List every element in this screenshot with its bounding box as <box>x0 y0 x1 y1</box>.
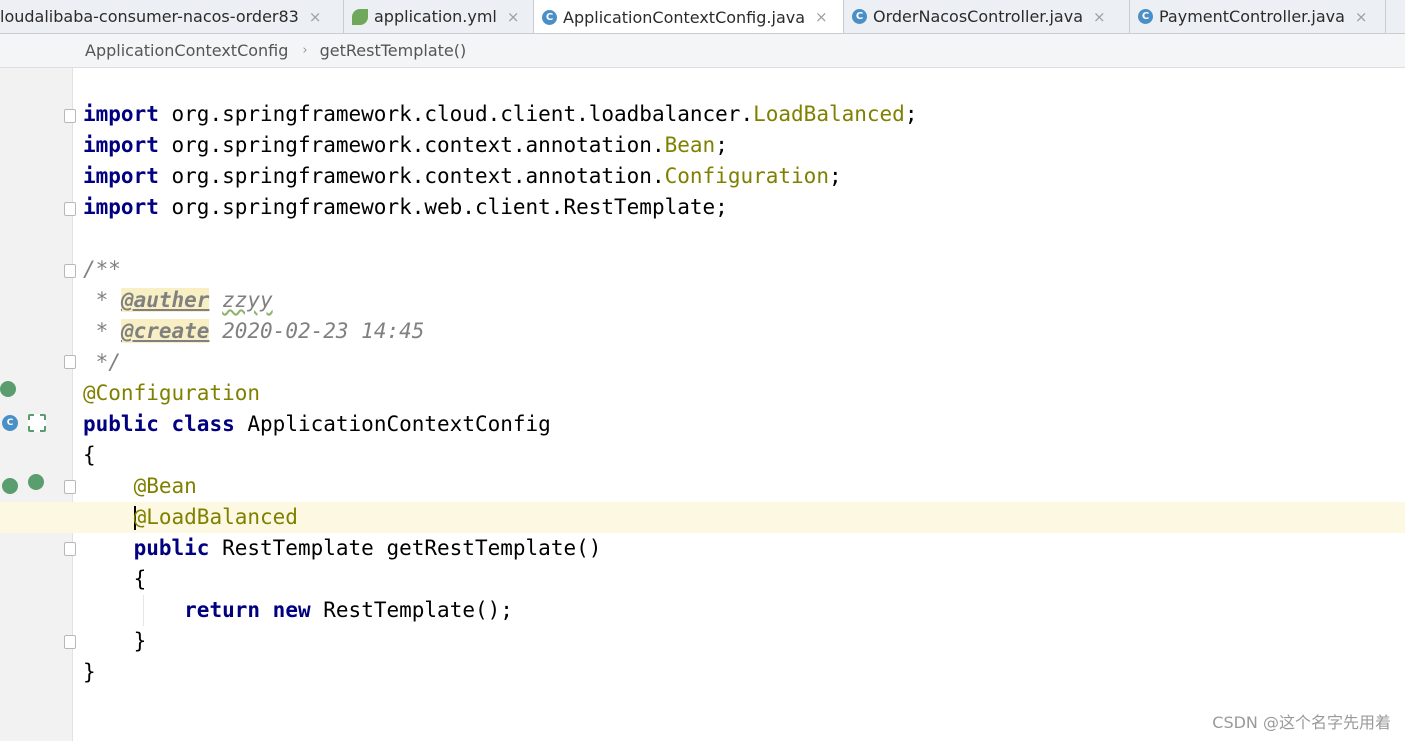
javadoc-tag: @create <box>120 319 210 343</box>
code-line: public RestTemplate getRestTemplate() <box>0 533 1405 564</box>
semicolon: ; <box>828 164 842 188</box>
javadoc-star: * <box>83 288 121 312</box>
javadoc-close: */ <box>83 350 121 374</box>
code-line: public class ApplicationContextConfig <box>0 409 1405 440</box>
code-line: * @auther zzyy <box>0 285 1405 316</box>
package-path: org.springframework.web.client. <box>171 195 564 219</box>
keyword: class <box>171 412 235 436</box>
semicolon: ; <box>715 195 728 219</box>
annotation-at: @ <box>133 505 147 529</box>
watermark: CSDN @这个名字先用着 <box>1212 713 1391 732</box>
code-line: @Bean <box>0 471 1405 502</box>
tab-application-yml[interactable]: application.yml × <box>344 0 534 33</box>
close-icon[interactable]: × <box>507 8 520 26</box>
tab-label: ApplicationContextConfig.java <box>563 7 806 27</box>
annotation: @Configuration <box>83 381 261 405</box>
chevron-right-icon: › <box>302 43 308 58</box>
keyword: new <box>272 598 311 622</box>
code-line: import org.springframework.web.client.Re… <box>0 192 1405 223</box>
editor-tab-bar: loudalibaba-consumer-nacos-order83 × app… <box>0 0 1405 34</box>
tab-order-nacos-controller[interactable]: C OrderNacosController.java × <box>844 0 1130 33</box>
code-line: /** <box>0 254 1405 285</box>
javadoc-open: /** <box>83 257 121 281</box>
code-line: import org.springframework.cloud.client.… <box>0 99 1405 130</box>
class-name: ApplicationContextConfig <box>247 412 551 436</box>
java-class-icon: C <box>542 9 557 25</box>
javadoc-value: 2020-02-23 14:45 <box>222 319 425 343</box>
code-line: } <box>0 626 1405 657</box>
brace: { <box>133 567 147 591</box>
breadcrumb: ApplicationContextConfig › getRestTempla… <box>0 34 1405 68</box>
breadcrumb-class[interactable]: ApplicationContextConfig <box>85 41 288 60</box>
code-line: } <box>0 657 1405 688</box>
package-path: org.springframework.context.annotation. <box>171 164 665 188</box>
java-class-icon: C <box>1138 9 1153 24</box>
code-line: * @create 2020-02-23 14:45 <box>0 316 1405 347</box>
code-line: */ <box>0 347 1405 378</box>
tab-application-context-config[interactable]: C ApplicationContextConfig.java × <box>534 0 844 33</box>
keyword: import <box>83 133 159 157</box>
method-signature: RestTemplate getRestTemplate() <box>222 536 602 560</box>
close-icon[interactable]: × <box>309 8 322 26</box>
javadoc-value: zzyy <box>222 288 273 312</box>
semicolon: ; <box>715 133 728 157</box>
tab-label: application.yml <box>374 7 497 26</box>
class-ref: RestTemplate <box>563 195 716 219</box>
code-line: @Configuration <box>0 378 1405 409</box>
code-line: { <box>0 564 1405 595</box>
close-icon[interactable]: × <box>815 8 828 26</box>
class-ref: Bean <box>664 133 716 157</box>
keyword: import <box>83 195 159 219</box>
java-class-icon: C <box>852 9 867 24</box>
tab-label: PaymentController.java <box>1159 7 1345 26</box>
keyword: public <box>83 412 159 436</box>
annotation: LoadBalanced <box>146 505 298 529</box>
class-ref: LoadBalanced <box>753 102 905 126</box>
spring-yml-icon <box>352 8 368 25</box>
code-line-current: @LoadBalanced <box>0 502 1405 533</box>
close-icon[interactable]: × <box>1093 8 1106 26</box>
code-line: return new RestTemplate(); <box>0 595 1405 626</box>
javadoc-tag: @auther <box>120 288 210 312</box>
keyword: return <box>184 598 261 622</box>
tab-module[interactable]: loudalibaba-consumer-nacos-order83 × <box>0 0 344 33</box>
code-line: import org.springframework.context.annot… <box>0 161 1405 192</box>
keyword: public <box>133 536 210 560</box>
keyword: import <box>83 164 159 188</box>
tab-label: loudalibaba-consumer-nacos-order83 <box>0 7 299 26</box>
keyword: import <box>83 102 159 126</box>
brace: } <box>133 629 147 653</box>
package-path: org.springframework.context.annotation. <box>171 133 665 157</box>
code-line: { <box>0 440 1405 471</box>
brace: } <box>83 660 96 684</box>
breadcrumb-method[interactable]: getRestTemplate() <box>320 41 467 60</box>
code-line: import org.springframework.context.annot… <box>0 130 1405 161</box>
tab-payment-controller[interactable]: C PaymentController.java × <box>1130 0 1386 33</box>
semicolon: ; <box>904 102 918 126</box>
brace: { <box>83 443 96 467</box>
tab-label: OrderNacosController.java <box>873 7 1084 26</box>
code-editor[interactable]: import org.springframework.cloud.client.… <box>0 99 1405 688</box>
class-ref: Configuration <box>664 164 829 188</box>
javadoc-star: * <box>83 319 121 343</box>
package-path: org.springframework.cloud.client.loadbal… <box>171 102 754 126</box>
close-icon[interactable]: × <box>1355 8 1368 26</box>
constructor-call: RestTemplate(); <box>323 598 513 622</box>
annotation: @Bean <box>133 474 197 498</box>
